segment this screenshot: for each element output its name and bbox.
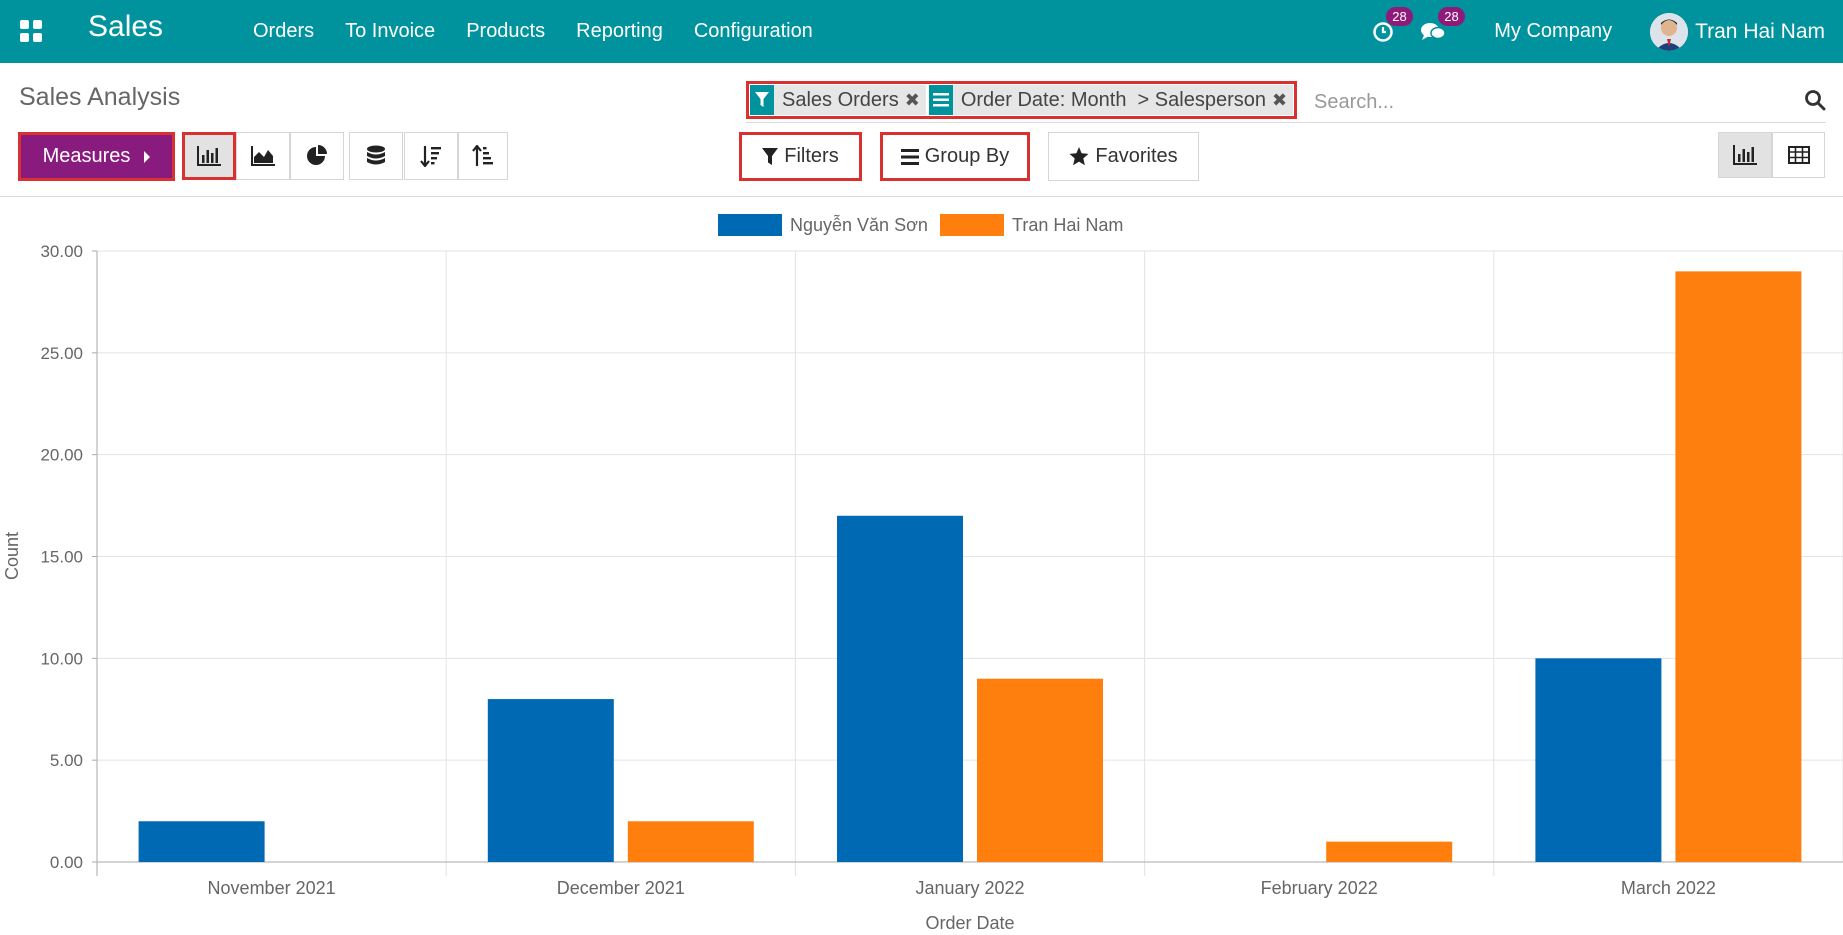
control-panel: Sales Analysis Sales Orders ✖ Order Date… xyxy=(0,63,1843,197)
facet-label: Sales Orders xyxy=(782,89,899,111)
facet-remove-icon[interactable]: ✖ xyxy=(905,85,926,115)
search-icon[interactable] xyxy=(1804,89,1826,111)
group-by-button[interactable]: Group By xyxy=(880,132,1030,181)
menu-products[interactable]: Products xyxy=(466,20,545,43)
star-icon xyxy=(1069,147,1089,166)
sort-ascending-icon xyxy=(472,145,493,166)
pivot-view-icon xyxy=(1787,146,1810,164)
pie-chart-icon xyxy=(307,145,327,165)
group-by-icon xyxy=(900,148,919,165)
x-axis-title: Order Date xyxy=(925,913,1014,933)
bar-series-1 xyxy=(1535,658,1662,862)
activity-menu[interactable]: 28 xyxy=(1372,6,1413,43)
facet-remove-icon[interactable]: ✖ xyxy=(1272,85,1293,115)
app-brand[interactable]: Sales xyxy=(88,10,163,44)
filters-label: Filters xyxy=(784,145,839,167)
pivot-view-button[interactable] xyxy=(1772,132,1825,178)
group-by-icon xyxy=(928,85,953,115)
facet-label: Order Date: Month > Salesperson xyxy=(960,89,1266,111)
sort-descending-button[interactable] xyxy=(404,132,458,180)
systray: 28 28 My Company Tran Hai Nam xyxy=(1372,0,1843,63)
y-tick-label: 10.00 xyxy=(40,649,83,668)
measures-button[interactable]: Measures xyxy=(18,132,175,181)
favorites-button[interactable]: Favorites xyxy=(1048,132,1199,181)
top-navbar: Sales Orders To Invoice Products Reporti… xyxy=(0,0,1843,63)
bar-chart-icon xyxy=(197,146,221,166)
main-menu: Orders To Invoice Products Reporting Con… xyxy=(253,0,844,63)
sort-ascending-button[interactable] xyxy=(458,132,508,180)
y-tick-label: 5.00 xyxy=(50,751,83,770)
bar-series-1 xyxy=(837,515,963,862)
x-tick-label: December 2021 xyxy=(557,878,685,898)
search-input[interactable] xyxy=(1314,87,1764,117)
y-tick-label: 30.00 xyxy=(40,242,83,261)
group-by-label: Group By xyxy=(924,145,1010,167)
stacked-icon xyxy=(367,145,385,165)
x-tick-label: March 2022 xyxy=(1621,878,1716,898)
bar-series-2 xyxy=(1675,271,1802,862)
sort-descending-icon xyxy=(420,146,441,167)
company-switcher[interactable]: My Company xyxy=(1494,20,1612,43)
search-facets: Sales Orders ✖ Order Date: Month > Sales… xyxy=(746,81,1298,119)
chart-container: Nguyễn Văn Sơn Tran Hai Nam 0.00 5.00 10.0… xyxy=(0,198,1843,935)
avatar xyxy=(1650,12,1689,51)
filter-icon xyxy=(762,147,779,165)
message-count-badge: 28 xyxy=(1438,6,1465,26)
user-menu[interactable]: Tran Hai Nam xyxy=(1650,12,1825,51)
menu-reporting[interactable]: Reporting xyxy=(576,20,663,43)
y-tick-label: 25.00 xyxy=(40,344,83,363)
line-chart-icon xyxy=(251,146,275,166)
activity-count-badge: 28 xyxy=(1386,6,1413,26)
measures-label: Measures xyxy=(42,145,131,167)
bar-chart: 0.00 5.00 10.00 15.00 20.00 25.00 30.00 Novembe… xyxy=(2,242,1843,933)
y-tick-label: 15.00 xyxy=(40,548,83,567)
facet-filter[interactable]: Sales Orders ✖ xyxy=(750,85,926,115)
y-tick-label: 0.00 xyxy=(50,853,83,872)
x-tick-label: November 2021 xyxy=(208,878,336,898)
caret-right-icon xyxy=(144,150,151,163)
graph-view-button[interactable] xyxy=(1718,132,1772,178)
bar-series-1 xyxy=(138,821,265,862)
x-tick-label: January 2022 xyxy=(915,878,1024,898)
y-axis-title: Count xyxy=(2,532,22,580)
pie-chart-button[interactable] xyxy=(290,132,344,180)
user-name: Tran Hai Nam xyxy=(1695,19,1825,43)
menu-configuration[interactable]: Configuration xyxy=(694,20,813,43)
bar-series-2 xyxy=(627,821,754,862)
page-title: Sales Analysis xyxy=(19,83,181,111)
graph-view-icon xyxy=(1733,145,1757,165)
x-tick-label: February 2022 xyxy=(1261,878,1378,898)
y-tick-label: 20.00 xyxy=(40,446,83,465)
favorites-label: Favorites xyxy=(1095,145,1178,167)
facet-groupby[interactable]: Order Date: Month > Salesperson ✖ xyxy=(928,85,1294,115)
apps-menu-icon[interactable] xyxy=(20,20,42,42)
bar-series-2 xyxy=(977,678,1103,862)
search-bar: Sales Orders ✖ Order Date: Month > Sales… xyxy=(746,81,1826,123)
messaging-menu[interactable]: 28 xyxy=(1420,6,1465,43)
menu-orders[interactable]: Orders xyxy=(253,20,314,43)
menu-to-invoice[interactable]: To Invoice xyxy=(345,20,435,43)
filter-icon xyxy=(750,85,774,115)
bar-chart-button[interactable] xyxy=(182,132,236,180)
filters-button[interactable]: Filters xyxy=(739,132,862,181)
line-chart-button[interactable] xyxy=(236,132,290,180)
bar-series-2 xyxy=(1326,841,1453,862)
stacked-button[interactable] xyxy=(349,132,403,180)
bar-series-1 xyxy=(487,699,614,862)
